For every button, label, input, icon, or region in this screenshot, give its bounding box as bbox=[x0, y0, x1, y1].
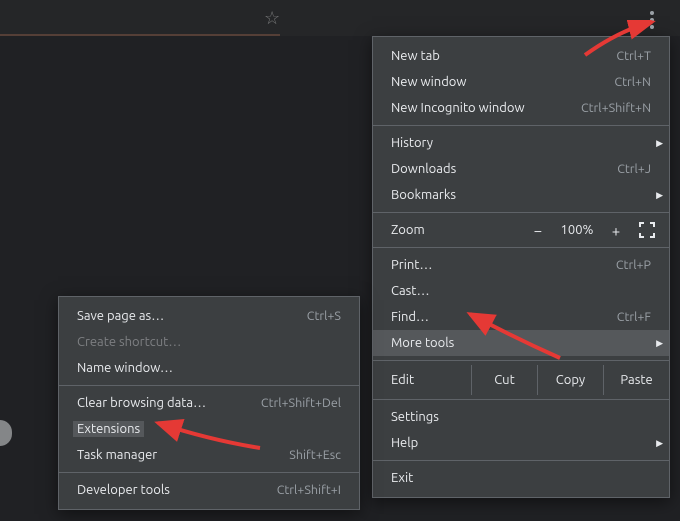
menu-label: Name window… bbox=[77, 361, 173, 375]
fullscreen-icon[interactable] bbox=[639, 222, 655, 238]
menu-label: Exit bbox=[391, 471, 413, 485]
menu-shortcut: Ctrl+J bbox=[617, 162, 651, 176]
menu-settings[interactable]: Settings bbox=[373, 404, 669, 430]
submenu-arrow-icon: ▶ bbox=[656, 138, 663, 149]
menu-label: Help bbox=[391, 436, 418, 450]
edit-label: Edit bbox=[391, 373, 471, 387]
menu-label: New tab bbox=[391, 49, 440, 63]
more-tools-submenu: Save page as… Ctrl+S Create shortcut… Na… bbox=[58, 296, 360, 510]
menu-print[interactable]: Print… Ctrl+P bbox=[373, 252, 669, 278]
menu-label: Print… bbox=[391, 258, 433, 272]
submenu-extensions[interactable]: Extensions bbox=[59, 416, 359, 442]
menu-shortcut: Ctrl+P bbox=[616, 258, 651, 272]
menu-separator bbox=[373, 125, 669, 126]
submenu-name-window[interactable]: Name window… bbox=[59, 355, 359, 381]
menu-new-incognito[interactable]: New Incognito window Ctrl+Shift+N bbox=[373, 95, 669, 121]
submenu-developer-tools[interactable]: Developer tools Ctrl+Shift+I bbox=[59, 477, 359, 503]
menu-label: History bbox=[391, 136, 433, 150]
kebab-icon bbox=[650, 10, 654, 31]
menu-find[interactable]: Find… Ctrl+F bbox=[373, 304, 669, 330]
zoom-in-button[interactable]: + bbox=[607, 222, 625, 239]
menu-more-tools[interactable]: More tools ▶ bbox=[373, 330, 669, 356]
menu-separator bbox=[373, 212, 669, 213]
menu-label: Save page as… bbox=[77, 309, 164, 323]
menu-label: Clear browsing data… bbox=[77, 396, 206, 410]
menu-history[interactable]: History ▶ bbox=[373, 130, 669, 156]
zoom-value: 100% bbox=[555, 223, 599, 237]
submenu-arrow-icon: ▶ bbox=[656, 338, 663, 349]
submenu-arrow-icon: ▶ bbox=[656, 190, 663, 201]
menu-shortcut: Ctrl+T bbox=[616, 49, 651, 63]
menu-label: Developer tools bbox=[77, 483, 170, 497]
submenu-create-shortcut: Create shortcut… bbox=[59, 329, 359, 355]
menu-label: Settings bbox=[391, 410, 439, 424]
menu-cast[interactable]: Cast… bbox=[373, 278, 669, 304]
menu-label: New Incognito window bbox=[391, 101, 525, 115]
menu-separator bbox=[373, 360, 669, 361]
submenu-arrow-icon: ▶ bbox=[656, 438, 663, 449]
menu-separator bbox=[373, 247, 669, 248]
submenu-save-page[interactable]: Save page as… Ctrl+S bbox=[59, 303, 359, 329]
menu-label: New window bbox=[391, 75, 466, 89]
menu-downloads[interactable]: Downloads Ctrl+J bbox=[373, 156, 669, 182]
edit-paste-button[interactable]: Paste bbox=[603, 365, 669, 395]
menu-separator bbox=[373, 460, 669, 461]
menu-label: Find… bbox=[391, 310, 429, 324]
menu-label: Downloads bbox=[391, 162, 456, 176]
menu-separator bbox=[59, 472, 359, 473]
menu-shortcut: Ctrl+N bbox=[614, 75, 651, 89]
menu-separator bbox=[373, 399, 669, 400]
menu-new-tab[interactable]: New tab Ctrl+T bbox=[373, 43, 669, 69]
submenu-clear-browsing-data[interactable]: Clear browsing data… Ctrl+Shift+Del bbox=[59, 390, 359, 416]
menu-shortcut: Ctrl+S bbox=[307, 309, 341, 323]
menu-exit[interactable]: Exit bbox=[373, 465, 669, 491]
submenu-task-manager[interactable]: Task manager Shift+Esc bbox=[59, 442, 359, 468]
edit-cut-button[interactable]: Cut bbox=[471, 365, 537, 395]
menu-label: Cast… bbox=[391, 284, 430, 298]
zoom-label: Zoom bbox=[391, 223, 425, 237]
more-menu-button[interactable] bbox=[640, 8, 664, 32]
edit-copy-button[interactable]: Copy bbox=[537, 365, 603, 395]
menu-label: Extensions bbox=[73, 421, 144, 437]
menu-bookmarks[interactable]: Bookmarks ▶ bbox=[373, 182, 669, 208]
menu-label: Bookmarks bbox=[391, 188, 456, 202]
menu-label: Create shortcut… bbox=[77, 335, 181, 349]
menu-help[interactable]: Help ▶ bbox=[373, 430, 669, 456]
menu-shortcut: Ctrl+Shift+I bbox=[277, 483, 341, 497]
menu-shortcut: Ctrl+Shift+N bbox=[581, 101, 651, 115]
menu-shortcut: Ctrl+F bbox=[617, 310, 651, 324]
menu-shortcut: Ctrl+Shift+Del bbox=[261, 396, 341, 410]
main-menu: New tab Ctrl+T New window Ctrl+N New Inc… bbox=[372, 36, 670, 498]
menu-shortcut: Shift+Esc bbox=[289, 448, 341, 462]
menu-label: Task manager bbox=[77, 448, 157, 462]
zoom-out-button[interactable]: − bbox=[529, 222, 547, 239]
menu-zoom-row: Zoom − 100% + bbox=[373, 217, 669, 243]
menu-separator bbox=[59, 385, 359, 386]
menu-edit-row: Edit Cut Copy Paste bbox=[373, 365, 669, 395]
menu-label: More tools bbox=[391, 336, 454, 350]
menu-new-window[interactable]: New window Ctrl+N bbox=[373, 69, 669, 95]
